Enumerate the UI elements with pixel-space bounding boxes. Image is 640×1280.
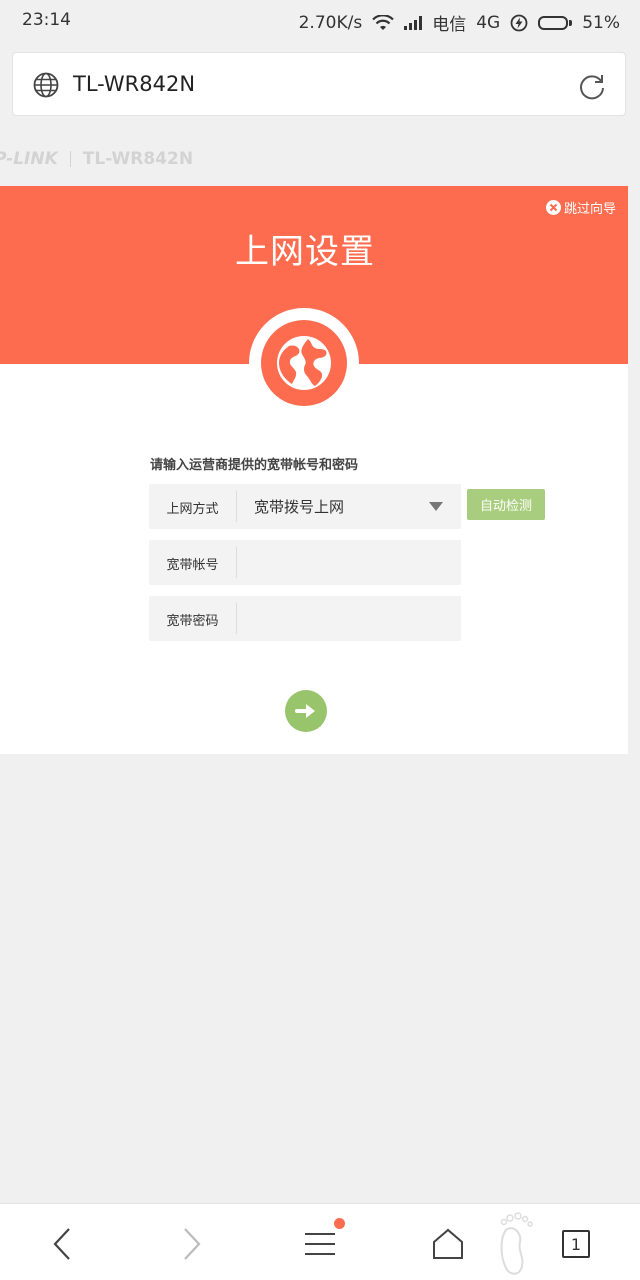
url-text[interactable]: TL-WR842N (73, 72, 195, 96)
home-icon (433, 1228, 463, 1259)
globe-icon (33, 72, 59, 98)
next-button[interactable] (285, 690, 327, 732)
field-divider (236, 547, 237, 578)
network-type: 4G (476, 12, 501, 33)
back-button[interactable] (42, 1224, 82, 1264)
tplink-logo: P-LINK (0, 149, 58, 169)
tabs-button[interactable]: 1 (556, 1224, 596, 1264)
menu-icon (305, 1233, 335, 1255)
reload-icon[interactable] (577, 71, 607, 101)
chevron-down-icon (429, 502, 443, 511)
address-bar[interactable]: TL-WR842N (12, 52, 626, 116)
tab-count: 1 (562, 1230, 590, 1258)
status-time: 23:14 (22, 10, 71, 30)
notification-dot (334, 1218, 345, 1229)
field-divider (236, 603, 237, 634)
carrier-name: 电信 (432, 15, 467, 35)
auto-detect-button[interactable]: 自动检测 (467, 489, 545, 520)
signal-icon (404, 15, 423, 30)
page-title: 上网设置 (235, 232, 375, 272)
brand-separator (69, 151, 71, 167)
close-circle-icon (545, 200, 561, 215)
home-button[interactable] (428, 1224, 468, 1264)
battery-icon (538, 15, 573, 30)
browser-bottom-nav: 1 (0, 1203, 640, 1280)
wifi-icon (372, 14, 394, 30)
broadband-account-label: 宽带帐号 (166, 558, 219, 573)
incognito-button[interactable] (490, 1206, 540, 1280)
broadband-account-input[interactable] (241, 546, 457, 581)
connection-type-label: 上网方式 (166, 502, 219, 517)
status-indicators: 2.70K/s 电信 4G 51% (298, 10, 620, 36)
brand-header: P-LINK TL-WR842N (0, 147, 193, 171)
skip-wizard-label: 跳过向导 (563, 202, 616, 217)
connection-type-select[interactable]: 上网方式 宽带拨号上网 (149, 484, 461, 529)
footprint-icon (500, 1212, 533, 1275)
forward-button[interactable] (172, 1224, 212, 1264)
broadband-password-row: 宽带密码 (149, 596, 461, 641)
field-divider (236, 491, 237, 522)
back-icon (53, 1228, 70, 1260)
router-model: TL-WR842N (82, 149, 194, 169)
internet-badge (249, 308, 359, 418)
forward-icon (184, 1228, 201, 1260)
connection-type-value: 宽带拨号上网 (254, 498, 345, 516)
earth-icon (277, 336, 331, 390)
status-bar: 23:14 2.70K/s 电信 4G 51% (0, 0, 640, 40)
broadband-password-input[interactable] (241, 602, 457, 637)
skip-wizard-link[interactable]: 跳过向导 (545, 198, 616, 217)
broadband-account-row: 宽带帐号 (149, 540, 461, 585)
instruction-text: 请输入运营商提供的宽带帐号和密码 (150, 458, 359, 473)
battery-percent: 51% (582, 12, 620, 33)
setup-card: 跳过向导 上网设置 请输入运营商提供的宽带帐号和密码 上网方式 宽带拨号上网 自… (0, 186, 628, 754)
broadband-password-label: 宽带密码 (166, 614, 219, 629)
network-speed: 2.70K/s (298, 12, 363, 33)
arrow-right-icon (295, 704, 315, 718)
menu-button[interactable] (300, 1218, 345, 1264)
charging-icon (510, 14, 528, 31)
